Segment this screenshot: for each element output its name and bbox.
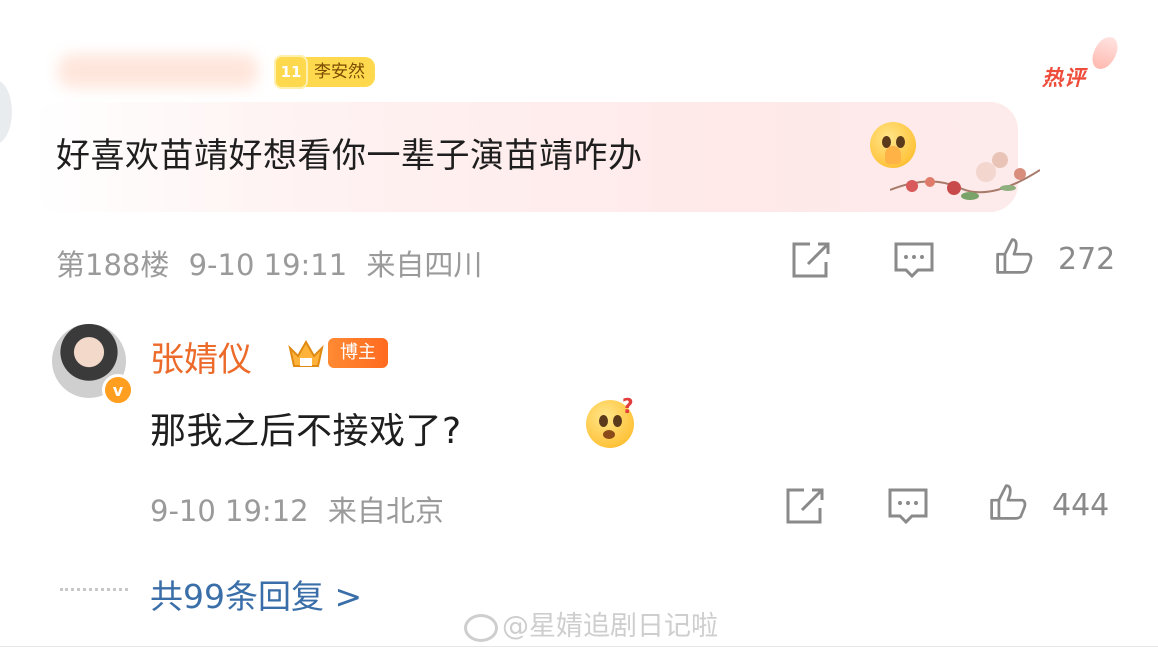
verified-icon: v	[102, 374, 134, 406]
comment-icon[interactable]	[886, 486, 930, 526]
commenter-name-blurred[interactable]	[58, 54, 258, 88]
fan-badge[interactable]: 11 李安然	[274, 55, 375, 89]
reply-text: 那我之后不接戏了?	[150, 411, 462, 452]
thread-dots	[60, 588, 128, 591]
comment-floor: 第188楼	[56, 248, 170, 282]
watermark-text: @星婧追剧日记啦	[502, 611, 718, 642]
comment-icon[interactable]	[892, 240, 936, 280]
weibo-logo-icon	[464, 613, 498, 642]
confused-emoji-icon: ?	[586, 394, 634, 448]
like-icon[interactable]	[986, 482, 1030, 522]
share-icon[interactable]	[790, 240, 834, 280]
share-icon[interactable]	[784, 486, 828, 526]
watermark: @星婧追剧日记啦	[464, 604, 718, 643]
blogger-badge: 博主	[328, 338, 388, 368]
hot-comment-badge: 热评	[1042, 66, 1086, 90]
comment-location: 来自四川	[366, 248, 483, 282]
fan-level-icon: 11	[274, 55, 308, 89]
comment-time: 9-10 19:11	[188, 248, 348, 282]
comment-like-count: 272	[1058, 242, 1116, 277]
comment-text: 好喜欢苗靖好想看你一辈子演苗靖咋办	[56, 136, 643, 176]
flower-decoration-icon	[890, 152, 1040, 200]
reply-location: 来自北京	[327, 494, 444, 528]
hot-flame-icon	[1089, 33, 1121, 73]
divider	[0, 646, 1158, 647]
fan-badge-label: 李安然	[302, 57, 375, 87]
reply-time: 9-10 19:12	[150, 494, 309, 528]
reply-like-count: 444	[1052, 488, 1110, 523]
reply-author-name[interactable]: 张婧仪	[150, 332, 252, 381]
comment-meta: 第188楼 9-10 19:11 来自四川	[56, 242, 482, 284]
like-icon[interactable]	[992, 236, 1036, 276]
reply-meta: 9-10 19:12 来自北京	[150, 488, 444, 530]
avatar-partial[interactable]	[0, 80, 12, 144]
crown-icon	[288, 339, 324, 367]
view-more-replies-link[interactable]: 共99条回复 >	[150, 570, 362, 618]
